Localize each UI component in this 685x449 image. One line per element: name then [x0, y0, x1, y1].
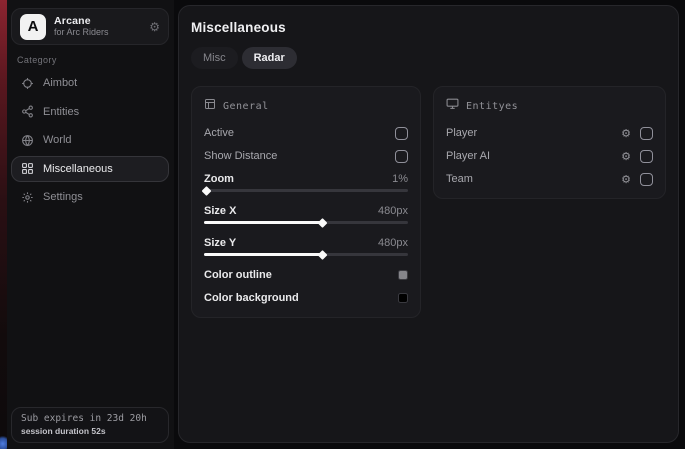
- sidebar-item-label: Settings: [43, 191, 83, 203]
- panels-row: General Active Show Distance Zoom 1%: [191, 86, 666, 318]
- zoom-label: Zoom: [204, 173, 234, 185]
- player-row: Player ⚙: [446, 126, 653, 140]
- settings-gear-icon[interactable]: ⚙: [149, 20, 160, 34]
- zoom-slider-fill: [204, 189, 206, 192]
- player-ai-gear-icon[interactable]: ⚙: [621, 151, 631, 162]
- size-x-value: 480px: [378, 205, 408, 217]
- show-distance-checkbox[interactable]: [395, 150, 408, 163]
- app-window: A Arcane for Arc Riders ⚙ Category Aimbo…: [0, 0, 685, 449]
- color-outline-swatch[interactable]: [398, 270, 408, 280]
- size-y-value: 480px: [378, 237, 408, 249]
- sidebar-item-miscellaneous[interactable]: Miscellaneous: [11, 156, 169, 182]
- zoom-slider-thumb[interactable]: [202, 186, 212, 196]
- general-panel-header: General: [204, 97, 408, 115]
- general-icon: [204, 97, 216, 115]
- player-gear-icon[interactable]: ⚙: [621, 128, 631, 139]
- sidebar-item-entities[interactable]: Entities: [11, 99, 169, 125]
- color-background-label: Color background: [204, 292, 299, 304]
- sidebar-item-label: World: [43, 134, 72, 146]
- app-subtitle: for Arc Riders: [54, 27, 141, 37]
- page-title: Miscellaneous: [191, 20, 666, 35]
- active-label: Active: [204, 127, 234, 139]
- size-y-slider-fill: [204, 253, 322, 256]
- zoom-value: 1%: [392, 173, 408, 185]
- color-background-swatch[interactable]: [398, 293, 408, 303]
- color-outline-row: Color outline: [204, 268, 408, 282]
- player-controls: ⚙: [621, 127, 653, 140]
- team-label: Team: [446, 173, 473, 185]
- zoom-slider[interactable]: [204, 189, 408, 192]
- player-checkbox[interactable]: [640, 127, 653, 140]
- size-x-slider[interactable]: [204, 221, 408, 224]
- player-ai-row: Player AI ⚙: [446, 149, 653, 163]
- team-checkbox[interactable]: [640, 173, 653, 186]
- entities-panel-title: Entityes: [466, 101, 518, 112]
- size-y-slider[interactable]: [204, 253, 408, 256]
- show-distance-row: Show Distance: [204, 149, 408, 163]
- app-name: Arcane: [54, 15, 141, 27]
- subscription-card: Sub expires in 23d 20h session duration …: [11, 407, 169, 443]
- team-row: Team ⚙: [446, 172, 653, 186]
- tab-bar: Misc Radar: [191, 47, 666, 69]
- player-label: Player: [446, 127, 477, 139]
- sidebar-item-label: Aimbot: [43, 77, 77, 89]
- player-ai-label: Player AI: [446, 150, 490, 162]
- sidebar-item-settings[interactable]: Settings: [11, 184, 169, 210]
- general-panel: General Active Show Distance Zoom 1%: [191, 86, 421, 318]
- sub-expiry-text: Sub expires in 23d 20h: [21, 413, 159, 424]
- logo-card: A Arcane for Arc Riders ⚙: [11, 8, 169, 45]
- crosshair-icon: [21, 77, 34, 90]
- color-background-row: Color background: [204, 291, 408, 305]
- size-y-label: Size Y: [204, 237, 236, 249]
- player-ai-checkbox[interactable]: [640, 150, 653, 163]
- general-panel-title: General: [223, 101, 269, 112]
- sidebar-nav: Aimbot Entities World: [11, 70, 169, 213]
- size-x-slider-fill: [204, 221, 322, 224]
- show-distance-label: Show Distance: [204, 150, 277, 162]
- app-title-block: Arcane for Arc Riders: [54, 15, 141, 37]
- category-label: Category: [17, 55, 57, 65]
- tab-radar[interactable]: Radar: [242, 47, 297, 69]
- grid-icon: [21, 162, 34, 175]
- sidebar-item-world[interactable]: World: [11, 127, 169, 153]
- team-gear-icon[interactable]: ⚙: [621, 174, 631, 185]
- app-logo: A: [20, 14, 46, 40]
- game-background-edge: [0, 0, 7, 449]
- player-ai-controls: ⚙: [621, 150, 653, 163]
- tab-misc[interactable]: Misc: [191, 47, 238, 69]
- size-y-slider-thumb[interactable]: [318, 250, 328, 260]
- size-x-label: Size X: [204, 205, 236, 217]
- entities-panel-header: Entityes: [446, 97, 653, 115]
- monitor-icon: [446, 97, 459, 115]
- team-controls: ⚙: [621, 173, 653, 186]
- globe-icon: [21, 134, 34, 147]
- size-x-slider-thumb[interactable]: [318, 218, 328, 228]
- sidebar-item-aimbot[interactable]: Aimbot: [11, 70, 169, 96]
- size-y-row: Size Y 480px: [204, 236, 408, 250]
- size-x-row: Size X 480px: [204, 204, 408, 218]
- active-row: Active: [204, 126, 408, 140]
- sidebar: A Arcane for Arc Riders ⚙ Category Aimbo…: [7, 0, 174, 449]
- sidebar-item-label: Miscellaneous: [43, 163, 113, 175]
- entities-panel: Entityes Player ⚙ Player AI ⚙: [433, 86, 666, 199]
- color-outline-label: Color outline: [204, 269, 272, 281]
- session-duration-text: session duration 52s: [21, 426, 159, 436]
- gear-icon: [21, 191, 34, 204]
- active-checkbox[interactable]: [395, 127, 408, 140]
- zoom-row: Zoom 1%: [204, 172, 408, 186]
- entities-icon: [21, 105, 34, 118]
- sidebar-item-label: Entities: [43, 106, 79, 118]
- main-content: Miscellaneous Misc Radar General Active: [178, 5, 679, 443]
